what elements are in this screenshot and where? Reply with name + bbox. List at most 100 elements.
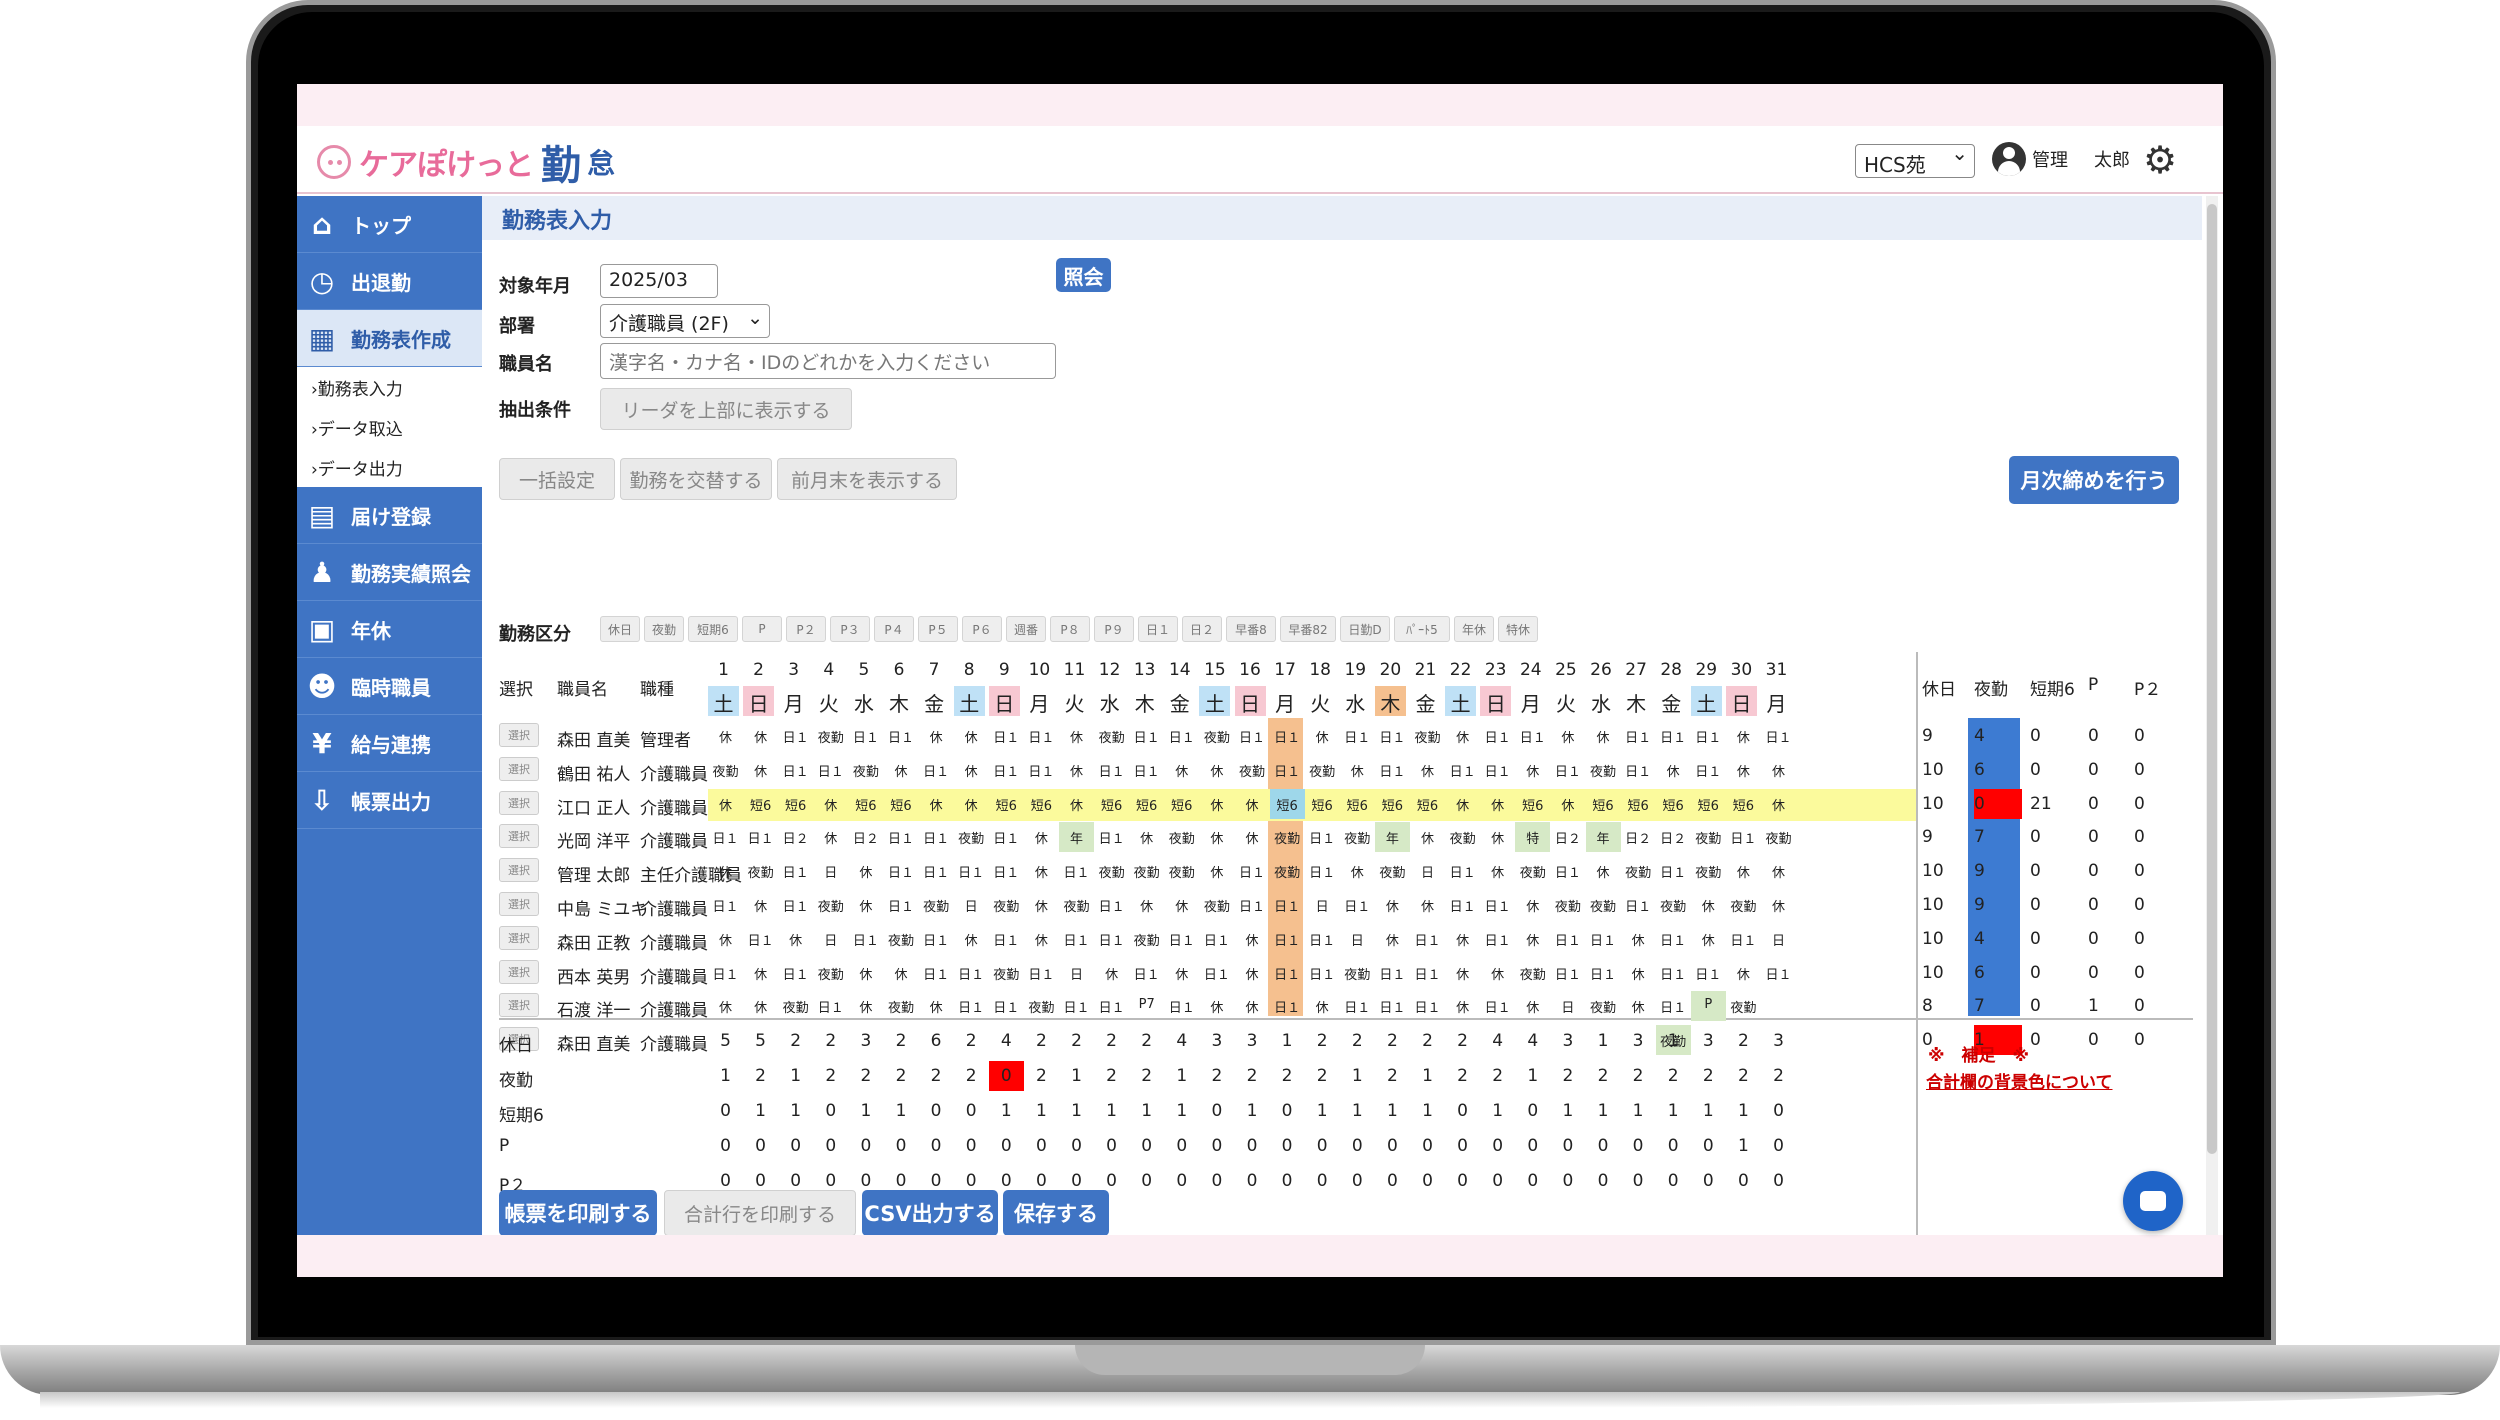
shift-cell[interactable]: P [1690, 991, 1726, 1022]
shift-cell[interactable]: 短6 [778, 789, 813, 819]
submenu-item-2[interactable]: ›データ出力 [297, 447, 482, 487]
shift-cell[interactable]: 日１ [1691, 958, 1726, 988]
sidebar-item-3[interactable]: ▤ 届け登録 [297, 487, 482, 544]
shift-cell[interactable]: 短6 [1586, 789, 1621, 819]
shift-cell[interactable]: 夜勤 [1761, 822, 1796, 852]
shift-cell[interactable]: 休 [1726, 755, 1761, 785]
shift-cell[interactable]: P7 [1129, 991, 1164, 1021]
shift-cell[interactable]: 日１ [1656, 721, 1691, 751]
shift-cell[interactable]: 日１ [919, 856, 954, 886]
select-button[interactable]: 選択 [499, 959, 539, 984]
kind-button[interactable]: 短期6 [688, 616, 738, 642]
select-button[interactable]: 選択 [499, 858, 539, 883]
kind-button[interactable]: P２ [786, 616, 826, 642]
kind-button[interactable]: P３ [830, 616, 870, 642]
sidebar-item-7[interactable]: ¥ 給与連携 [297, 715, 482, 772]
shift-cell[interactable]: 休 [1726, 958, 1761, 988]
shift-cell[interactable]: 休 [1761, 789, 1796, 819]
shift-cell[interactable]: 休 [1515, 991, 1550, 1021]
shift-cell[interactable]: 休 [1761, 890, 1796, 920]
shift-cell[interactable]: 日 [1761, 924, 1796, 954]
scrollbar-thumb[interactable] [2207, 204, 2217, 1154]
shift-cell[interactable]: 夜勤 [1199, 890, 1234, 920]
shift-cell[interactable]: 日２ [1550, 822, 1585, 852]
shift-cell[interactable]: 夜勤 [989, 958, 1024, 988]
shift-cell[interactable]: 日１ [1410, 991, 1445, 1021]
shift-cell[interactable]: 日１ [813, 991, 848, 1021]
shift-cell[interactable]: 夜勤 [1199, 721, 1234, 751]
select-button[interactable]: 選択 [499, 824, 539, 849]
shift-cell[interactable]: 休 [1445, 991, 1480, 1021]
shift-cell[interactable]: 夜勤 [1691, 822, 1726, 852]
shift-cell[interactable]: 日１ [1656, 856, 1691, 886]
shift-cell[interactable]: 日１ [1375, 991, 1410, 1021]
shift-cell[interactable]: 日１ [1656, 958, 1691, 988]
shift-cell[interactable]: 休 [1410, 890, 1445, 920]
shift-cell[interactable]: 日１ [1656, 924, 1691, 954]
shift-cell[interactable]: 夜勤 [1586, 991, 1621, 1021]
shift-cell[interactable]: 休 [1199, 856, 1234, 886]
shift-cell[interactable]: 休 [1235, 958, 1270, 988]
shift-cell[interactable]: 夜勤 [1340, 822, 1375, 852]
shift-cell[interactable]: 日２ [848, 822, 883, 852]
shift-cell[interactable]: 日１ [1270, 991, 1305, 1021]
shift-cell[interactable]: 休 [1410, 822, 1445, 852]
shift-cell[interactable]: 日１ [1691, 721, 1726, 751]
shift-cell[interactable]: 日１ [1164, 924, 1199, 954]
shift-cell[interactable]: 日１ [1129, 958, 1164, 988]
query-button[interactable]: 照会 [1056, 258, 1111, 292]
shift-cell[interactable]: 休 [1445, 958, 1480, 988]
shift-cell[interactable]: 日１ [1270, 924, 1305, 954]
shift-cell[interactable]: 夜勤 [1726, 890, 1761, 920]
shift-cell[interactable]: 日１ [1094, 924, 1129, 954]
shift-cell[interactable]: 日１ [1094, 991, 1129, 1021]
shift-cell[interactable] [1761, 991, 1796, 1021]
shift-cell[interactable]: 日１ [1305, 924, 1340, 954]
shift-cell[interactable]: 日１ [919, 958, 954, 988]
shift-cell[interactable]: 日１ [884, 856, 919, 886]
shift-cell[interactable]: 日１ [1164, 721, 1199, 751]
shift-cell[interactable]: 日１ [778, 755, 813, 785]
shift-cell[interactable]: 夜勤 [1586, 755, 1621, 785]
shift-cell[interactable]: 夜勤 [1515, 856, 1550, 886]
shift-cell[interactable]: 休 [708, 721, 743, 751]
shift-cell[interactable]: 夜勤 [1094, 856, 1129, 886]
shift-cell[interactable]: 短6 [848, 789, 883, 819]
shift-cell[interactable]: 夜勤 [1621, 856, 1656, 886]
shift-cell[interactable]: 短6 [1164, 789, 1199, 819]
shift-cell[interactable]: 休 [708, 991, 743, 1021]
shift-cell[interactable]: 日 [1305, 890, 1340, 920]
filter-leader-button[interactable]: リーダを上部に表示する [600, 388, 852, 430]
shift-cell[interactable]: 日１ [1550, 856, 1585, 886]
shift-cell[interactable]: 短6 [1269, 788, 1305, 819]
shift-cell[interactable]: 日 [1059, 958, 1094, 988]
app-logo[interactable]: ケアぽけっと 勤 怠 [317, 140, 615, 189]
target-month-input[interactable]: 2025/03 [600, 264, 718, 298]
sidebar-item-4[interactable]: ♟ 勤務実績照会 [297, 544, 482, 601]
shift-cell[interactable]: 日１ [1059, 924, 1094, 954]
shift-cell[interactable]: 日１ [954, 991, 989, 1021]
shift-cell[interactable]: 日１ [743, 924, 778, 954]
sidebar-item-8[interactable]: ⇩ 帳票出力 [297, 772, 482, 829]
shift-cell[interactable]: 休 [1726, 721, 1761, 751]
kind-button[interactable]: 年休 [1454, 616, 1494, 642]
shift-cell[interactable]: 日１ [1024, 755, 1059, 785]
shift-cell[interactable]: 夜勤 [743, 856, 778, 886]
shift-cell[interactable]: 日１ [1375, 721, 1410, 751]
facility-select[interactable]: HCS苑 [1855, 141, 1975, 178]
shift-cell[interactable]: 短6 [1726, 789, 1761, 819]
shift-cell[interactable]: 夜勤 [1410, 721, 1445, 751]
shift-cell[interactable]: 休 [1375, 924, 1410, 954]
shift-cell[interactable]: 短6 [1656, 789, 1691, 819]
shift-cell[interactable]: 休 [954, 721, 989, 751]
shift-cell[interactable]: 短6 [1375, 789, 1410, 819]
shift-cell[interactable]: 日１ [1691, 755, 1726, 785]
shift-cell[interactable]: 日１ [778, 856, 813, 886]
shift-cell[interactable]: 休 [708, 924, 743, 954]
dept-select[interactable]: 介護職員 (2F) ⌄ [600, 304, 770, 338]
shift-cell[interactable]: 日１ [1270, 958, 1305, 988]
shift-cell[interactable]: 日１ [1235, 721, 1270, 751]
shift-cell[interactable]: 日１ [884, 890, 919, 920]
select-button[interactable]: 選択 [499, 925, 539, 950]
kind-button[interactable]: P８ [1050, 616, 1090, 642]
